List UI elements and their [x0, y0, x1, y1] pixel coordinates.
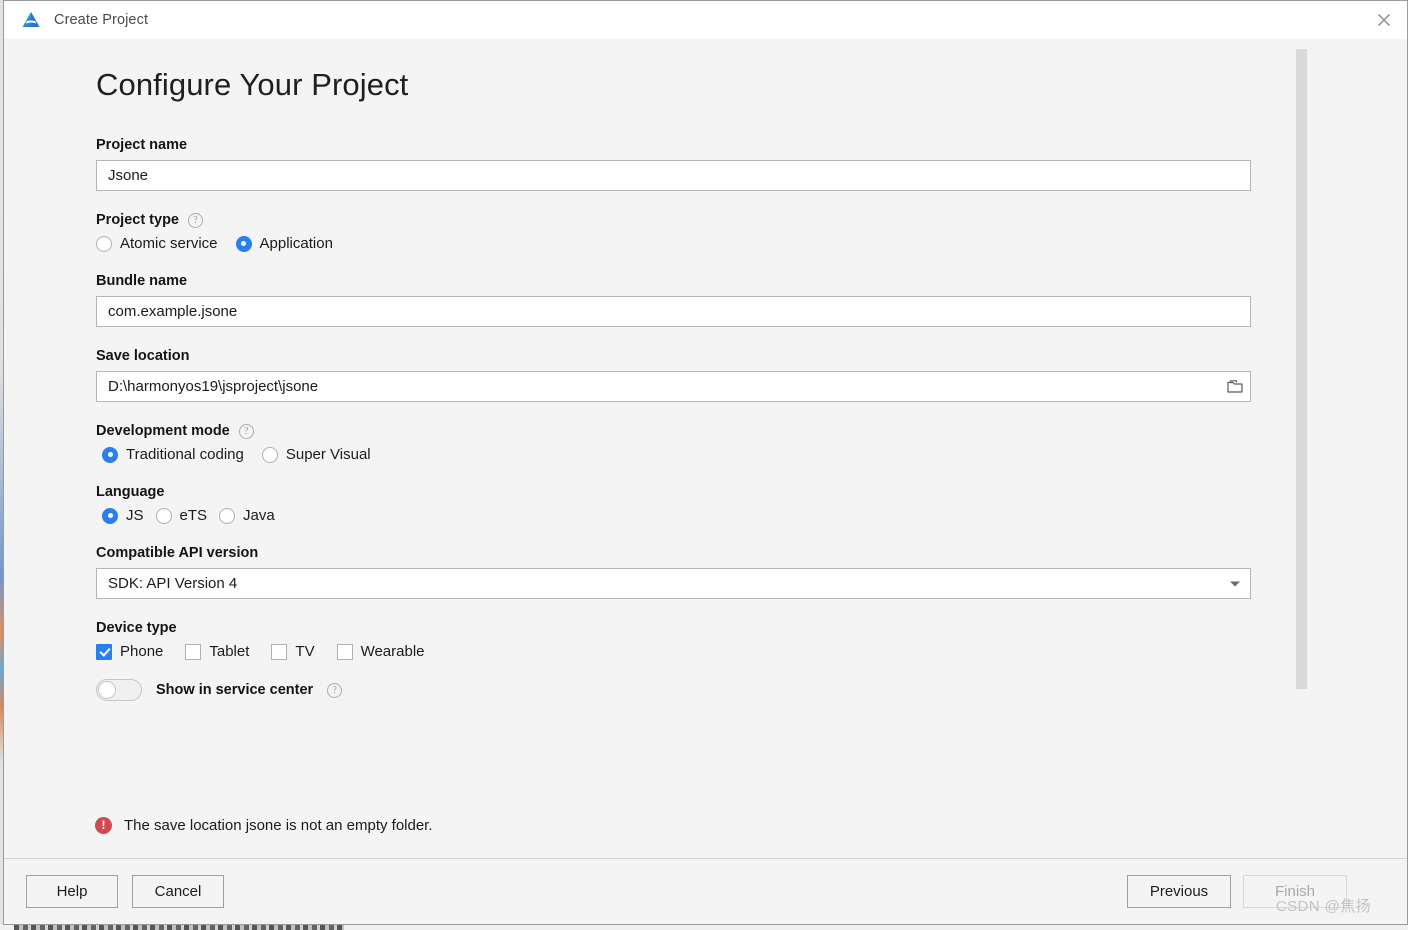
show-in-service-center-toggle[interactable]: [96, 679, 142, 701]
api-version-value: SDK: API Version 4: [108, 575, 238, 592]
radio-application-indicator: [235, 235, 252, 252]
radio-ets-indicator: [155, 507, 172, 524]
radio-js-label: JS: [126, 507, 144, 524]
project-name-value: Jsone: [108, 167, 149, 184]
project-type-help-icon[interactable]: ?: [188, 212, 203, 228]
toggle-knob: [98, 681, 116, 699]
error-icon: !: [95, 816, 112, 834]
checkbox-tv[interactable]: TV: [271, 643, 315, 660]
checkbox-phone-label: Phone: [120, 643, 164, 660]
cancel-button[interactable]: Cancel: [132, 875, 224, 908]
page-title: Configure Your Project: [96, 67, 409, 102]
validation-message: ! The save location jsone is not an empt…: [4, 792, 1407, 858]
save-location-value: D:\harmonyos19\jsproject\jsone: [108, 378, 319, 395]
radio-atomic-service-indicator: [96, 235, 112, 252]
bundle-name-value: com.example.jsone: [108, 303, 238, 320]
project-type-radio-group: Atomic service Application: [96, 235, 1407, 252]
background-taskbar-strip: [14, 925, 344, 930]
api-version-label-text: Compatible API version: [96, 545, 259, 561]
dialog-title: Create Project: [54, 12, 149, 28]
save-location-label: Save location: [96, 348, 1407, 364]
language-label: Language: [96, 484, 1407, 500]
validation-message-text: The save location jsone is not an empty …: [124, 816, 433, 834]
radio-js-indicator: [102, 507, 118, 524]
dialog-titlebar: Create Project: [4, 1, 1407, 39]
checkbox-phone[interactable]: Phone: [96, 643, 163, 660]
project-type-label-text: Project type: [96, 212, 179, 228]
form-scrollbar-track[interactable]: [1296, 49, 1307, 793]
save-location-label-text: Save location: [96, 348, 190, 364]
checkbox-tablet-label: Tablet: [209, 643, 250, 660]
radio-application[interactable]: Application: [235, 235, 333, 252]
chevron-down-icon[interactable]: [1218, 569, 1250, 598]
previous-button[interactable]: Previous: [1127, 875, 1231, 908]
radio-java-label: Java: [243, 507, 275, 524]
show-in-service-center-help-icon[interactable]: ?: [327, 682, 343, 698]
form-scroll-area: Configure Your Project Project name Json…: [4, 39, 1407, 793]
checkbox-tablet[interactable]: Tablet: [185, 643, 249, 660]
background-window-bottom-sliver: [0, 925, 1408, 930]
radio-super-visual-indicator: [261, 446, 278, 463]
project-name-label-text: Project name: [96, 137, 188, 153]
dialog-footer: Help Cancel Previous Finish CSDN @焦扬: [4, 858, 1407, 924]
language-radio-group: JS eTS Java: [96, 507, 1407, 524]
radio-ets-label: eTS: [179, 507, 208, 524]
project-name-input[interactable]: Jsone: [96, 160, 1251, 191]
show-in-service-center-label: Show in service center: [156, 682, 314, 698]
radio-java-indicator: [219, 507, 236, 524]
show-in-service-center-row: Show in service center ?: [96, 679, 1407, 701]
device-type-label: Device type: [96, 620, 1407, 636]
checkbox-phone-indicator: [96, 643, 112, 660]
form-content: Configure Your Project Project name Json…: [4, 39, 1407, 781]
form-scrollbar-thumb[interactable]: [1296, 49, 1307, 689]
dialog-body: Configure Your Project Project name Json…: [4, 39, 1407, 858]
project-type-label: Project type ?: [96, 212, 1407, 228]
checkbox-tv-indicator: [271, 643, 288, 660]
save-location-input[interactable]: D:\harmonyos19\jsproject\jsone: [96, 371, 1251, 402]
checkbox-wearable-label: Wearable: [360, 643, 425, 660]
footer-right-buttons: Previous Finish: [1127, 875, 1347, 908]
development-mode-label-text: Development mode: [96, 423, 230, 439]
device-type-label-text: Device type: [96, 620, 177, 636]
checkbox-wearable[interactable]: Wearable: [336, 643, 425, 660]
checkbox-wearable-indicator: [336, 643, 353, 660]
radio-super-visual-label: Super Visual: [285, 446, 371, 463]
radio-js[interactable]: JS: [102, 507, 144, 524]
language-label-text: Language: [96, 484, 165, 500]
development-mode-label: Development mode ?: [96, 423, 1407, 439]
create-project-dialog: Create Project Configure Your Project Pr…: [3, 0, 1408, 925]
checkbox-tablet-indicator: [185, 643, 202, 660]
development-mode-radio-group: Traditional coding Super Visual: [96, 446, 1407, 463]
api-version-select[interactable]: SDK: API Version 4: [96, 568, 1251, 599]
radio-java[interactable]: Java: [219, 507, 275, 524]
development-mode-help-icon[interactable]: ?: [238, 423, 254, 439]
api-version-label: Compatible API version: [96, 545, 1407, 561]
radio-atomic-service[interactable]: Atomic service: [96, 235, 218, 252]
project-name-label: Project name: [96, 137, 1407, 153]
radio-application-label: Application: [259, 235, 333, 252]
harmonyos-logo-icon: [20, 9, 42, 31]
bundle-name-label-text: Bundle name: [96, 273, 188, 289]
help-button[interactable]: Help: [26, 875, 118, 908]
radio-traditional-coding-label: Traditional coding: [126, 446, 244, 463]
finish-button: Finish: [1243, 875, 1347, 908]
radio-super-visual[interactable]: Super Visual: [261, 446, 371, 463]
close-icon[interactable]: [1361, 1, 1407, 39]
checkbox-tv-label: TV: [295, 643, 315, 660]
radio-traditional-coding-indicator: [102, 446, 118, 463]
bundle-name-label: Bundle name: [96, 273, 1407, 289]
radio-ets[interactable]: eTS: [155, 507, 208, 524]
device-type-checkbox-group: Phone Tablet TV Wearable: [96, 643, 1407, 660]
radio-traditional-coding[interactable]: Traditional coding: [102, 446, 244, 463]
radio-atomic-service-label: Atomic service: [120, 235, 218, 252]
footer-left-buttons: Help Cancel: [26, 875, 224, 908]
bundle-name-input[interactable]: com.example.jsone: [96, 296, 1251, 327]
folder-icon[interactable]: [1218, 372, 1250, 401]
